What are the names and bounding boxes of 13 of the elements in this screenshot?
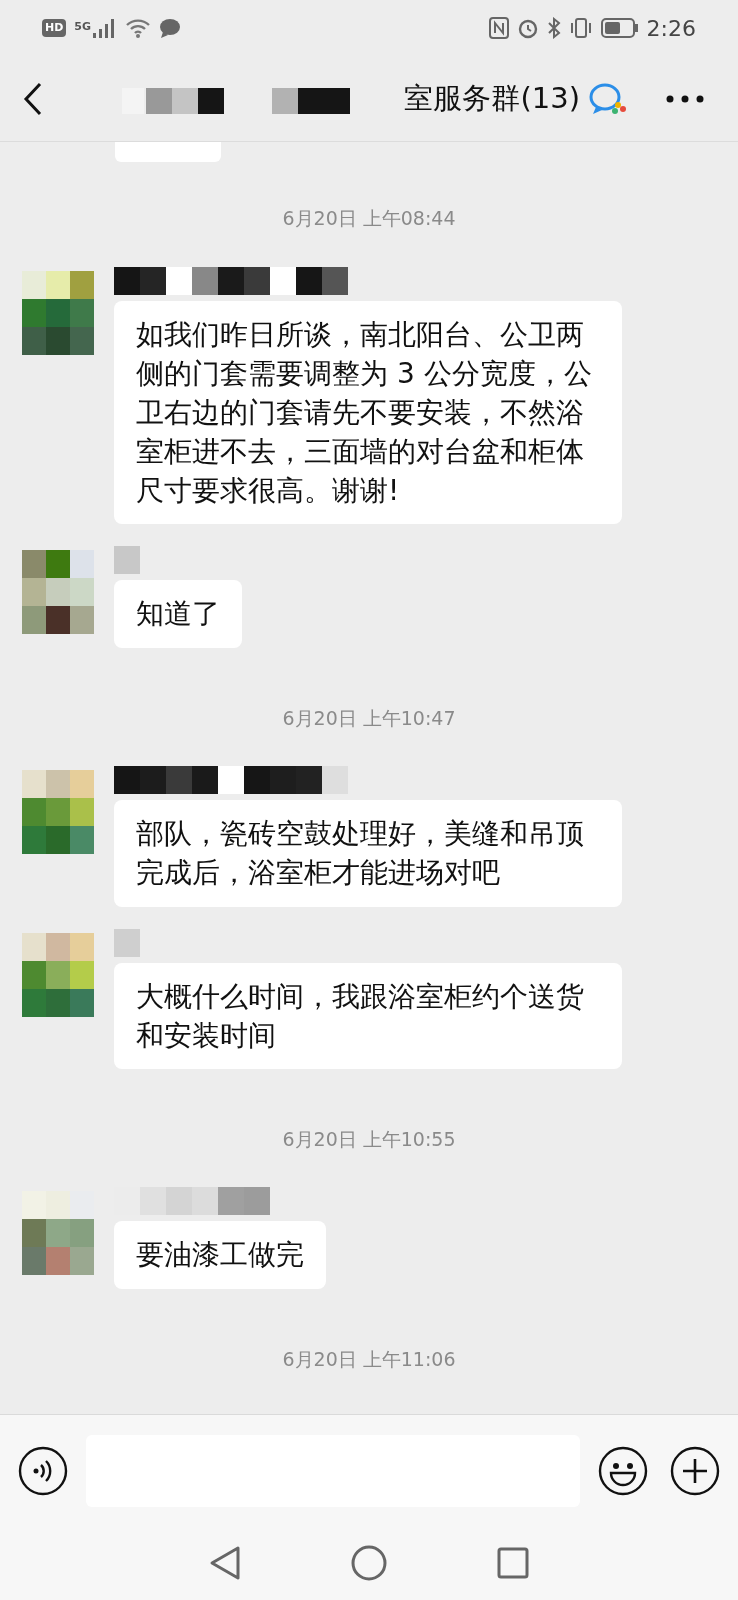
message-bubble: 部队，瓷砖空鼓处理好，美缝和吊顶完成后，浴室柜才能进场对吧 (114, 800, 622, 907)
timestamp: 6月20日 上午08:44 (281, 206, 457, 231)
message-bubble: 如我们昨日所谈，南北阳台、公卫两侧的门套需要调整为 3 公分宽度，公卫右边的门套请先不要安装，不然浴室柜进不去，三面墙的对台盆和柜体尺寸要求很高。谢谢! (114, 300, 622, 525)
message-bubble: 大概什么时间，我跟浴室柜约个送货和安装时间 (114, 962, 622, 1069)
network-label: 5G (74, 19, 92, 35)
timestamp: 6月20日 上午10:47 (281, 705, 457, 731)
message-bubble: 要油漆工做完 (114, 1221, 326, 1289)
chat-title: 室服务群(13) (404, 79, 580, 117)
timestamp: 6月20日 上午11:06 (281, 1346, 457, 1372)
message-bubble: 知道了 (114, 580, 242, 648)
clock-time: 2:26 (646, 14, 696, 43)
hd-badge: HD (42, 19, 67, 37)
timestamp: 6月20日 上午10:55 (281, 1126, 457, 1152)
